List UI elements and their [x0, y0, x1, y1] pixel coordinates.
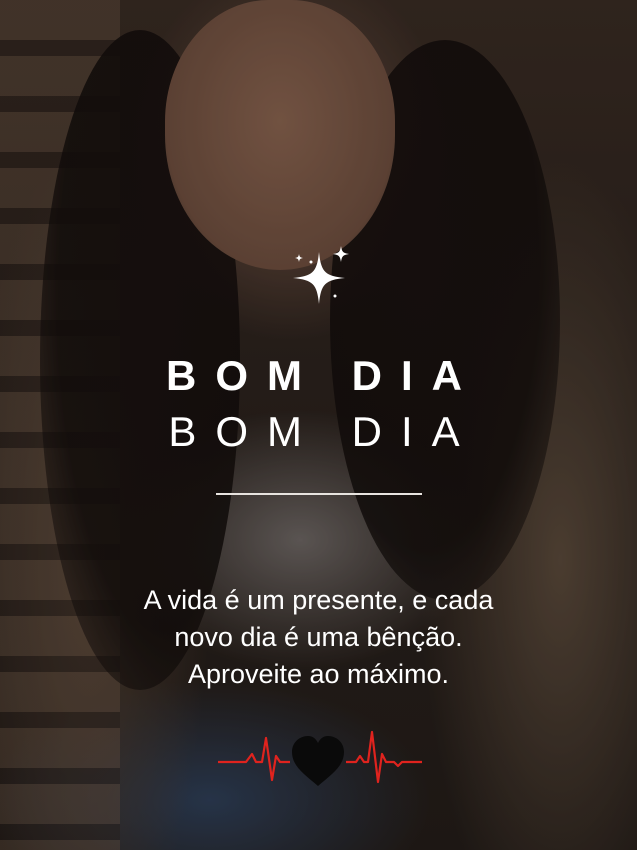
divider-line [216, 493, 422, 495]
message-line-1: A vida é um presente, e cada [143, 585, 494, 615]
heartbeat-icon [218, 730, 422, 786]
message-text: A vida é um presente, e cada novo dia é … [60, 582, 577, 693]
sparkle-icon [293, 246, 349, 304]
good-morning-card: BOM DIA BOM DIA A vida é um presente, e … [0, 0, 637, 850]
message-line-2: novo dia é uma bênção. [174, 622, 463, 652]
title-bold: BOM DIA [166, 352, 481, 399]
message-line-3: Aproveite ao máximo. [187, 659, 450, 689]
title-light: BOM DIA [168, 408, 479, 455]
heart-icon [292, 736, 344, 786]
